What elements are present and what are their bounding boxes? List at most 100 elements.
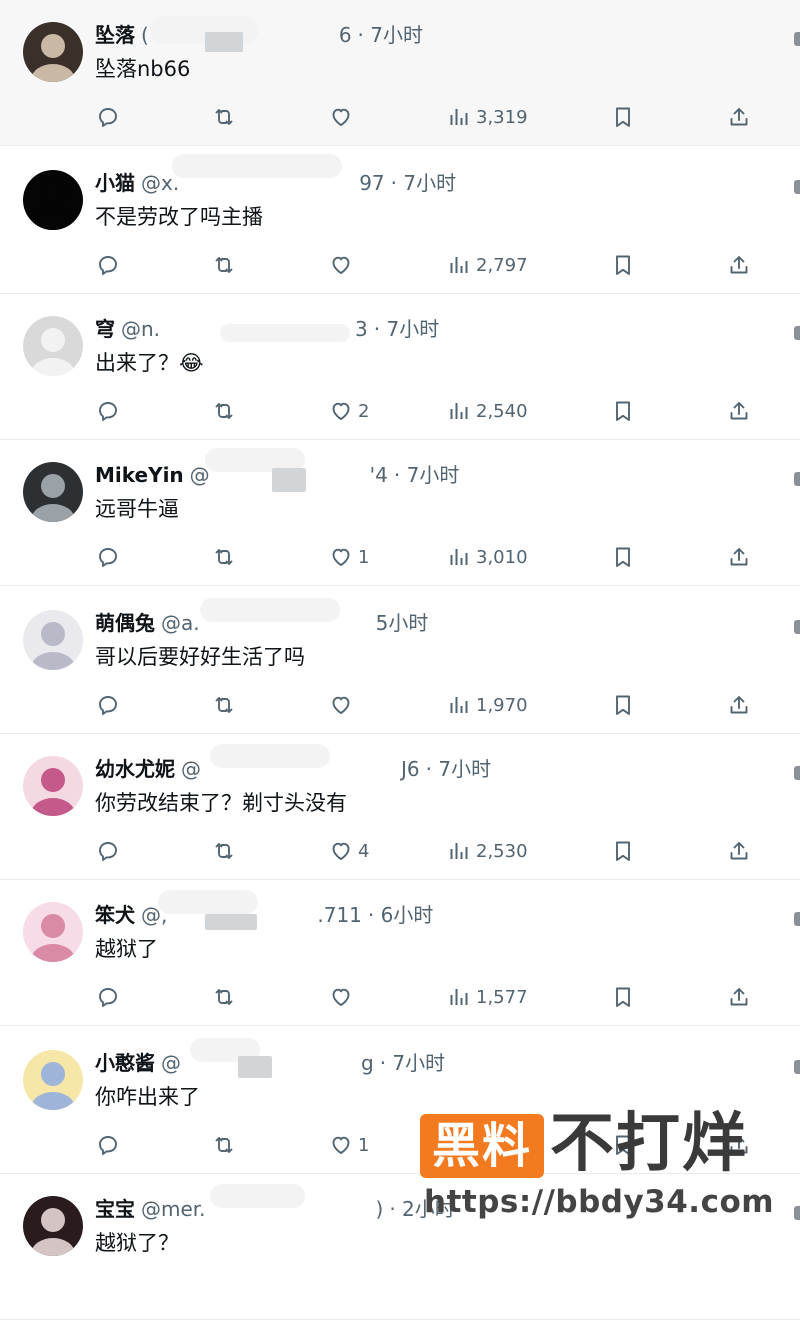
post-time[interactable]: · 7小时 — [380, 1051, 445, 1075]
display-name[interactable]: 坠落 — [95, 23, 135, 47]
share-button[interactable] — [727, 245, 751, 285]
reply-item: 萌偶兔 @a. 5小时 哥以后要好好生活了吗 1,970 — [0, 588, 800, 734]
reply-icon — [96, 105, 120, 129]
bookmark-button[interactable] — [611, 977, 635, 1017]
reply-button[interactable] — [96, 1125, 125, 1165]
like-button[interactable] — [329, 977, 358, 1017]
post-time[interactable]: · 7小时 — [426, 757, 491, 781]
reply-button[interactable] — [96, 977, 125, 1017]
heart-icon — [329, 1133, 353, 1157]
views-button[interactable]: 1,577 — [447, 977, 528, 1017]
retweet-button[interactable] — [212, 391, 241, 431]
views-button[interactable]: 2,797 — [447, 245, 528, 285]
avatar[interactable] — [23, 1050, 83, 1110]
bookmark-button[interactable] — [611, 537, 635, 577]
reply-button[interactable] — [96, 537, 125, 577]
like-button[interactable]: 1 — [329, 1125, 369, 1165]
avatar[interactable] — [23, 316, 83, 376]
post-time[interactable]: · 7小时 — [374, 317, 439, 341]
display-name[interactable]: 萌偶兔 — [95, 611, 155, 635]
post-time[interactable]: · 7小时 — [394, 463, 459, 487]
bookmark-button[interactable] — [611, 245, 635, 285]
more-options-icon[interactable] — [794, 1060, 800, 1074]
retweet-button[interactable] — [212, 977, 241, 1017]
more-options-icon[interactable] — [794, 766, 800, 780]
user-handle[interactable]: @mer. — [141, 1197, 206, 1221]
views-button[interactable]: 2,530 — [447, 831, 528, 871]
share-button[interactable] — [727, 685, 751, 725]
reply-button[interactable] — [96, 391, 125, 431]
display-name[interactable]: 笨犬 — [95, 903, 135, 927]
more-options-icon[interactable] — [794, 32, 800, 46]
reply-text: 越狱了 — [95, 937, 158, 961]
views-button[interactable]: 2,540 — [447, 391, 528, 431]
like-button[interactable]: 4 — [329, 831, 369, 871]
retweet-button[interactable] — [212, 1125, 241, 1165]
avatar[interactable] — [23, 170, 83, 230]
action-bar: 2 2,540 — [0, 391, 800, 431]
retweet-button[interactable] — [212, 685, 241, 725]
avatar[interactable] — [23, 902, 83, 962]
retweet-button[interactable] — [212, 245, 241, 285]
like-button[interactable] — [329, 685, 358, 725]
views-button[interactable]: 3,010 — [447, 537, 528, 577]
reply-text: 远哥牛逼 — [95, 497, 179, 521]
more-options-icon[interactable] — [794, 620, 800, 634]
share-button[interactable] — [727, 977, 751, 1017]
avatar[interactable] — [23, 22, 83, 82]
more-options-icon[interactable] — [794, 472, 800, 486]
reply-icon — [96, 545, 120, 569]
avatar[interactable] — [23, 610, 83, 670]
avatar[interactable] — [23, 1196, 83, 1256]
user-handle[interactable]: @a. — [161, 611, 200, 635]
bookmark-button[interactable] — [611, 685, 635, 725]
user-handle[interactable]: @ — [181, 757, 201, 781]
post-time[interactable]: · 7小时 — [391, 171, 456, 195]
like-button[interactable] — [329, 97, 358, 137]
display-name[interactable]: 穹 — [95, 317, 115, 341]
retweet-button[interactable] — [212, 537, 241, 577]
like-button[interactable]: 1 — [329, 537, 369, 577]
user-handle[interactable]: @ — [161, 1051, 181, 1075]
user-handle[interactable]: @x. — [141, 171, 179, 195]
post-time[interactable]: 5小时 — [376, 611, 429, 635]
user-handle[interactable]: ( — [141, 23, 149, 47]
share-button[interactable] — [727, 831, 751, 871]
post-time[interactable]: · 7小时 — [358, 23, 423, 47]
display-name[interactable]: 宝宝 — [95, 1197, 135, 1221]
more-options-icon[interactable] — [794, 912, 800, 926]
bookmark-button[interactable] — [611, 831, 635, 871]
views-button[interactable]: 1,970 — [447, 685, 528, 725]
views-count: 1,577 — [476, 986, 528, 1008]
redaction-mark — [172, 154, 342, 178]
retweet-button[interactable] — [212, 97, 241, 137]
like-button[interactable]: 2 — [329, 391, 369, 431]
reply-button[interactable] — [96, 97, 125, 137]
handle-tail: 97 — [359, 171, 385, 195]
bookmark-button[interactable] — [611, 97, 635, 137]
action-bar: 2,797 — [0, 245, 800, 285]
share-icon — [727, 693, 751, 717]
more-options-icon[interactable] — [794, 180, 800, 194]
avatar[interactable] — [23, 462, 83, 522]
views-button[interactable]: 3,319 — [447, 97, 528, 137]
post-time[interactable]: · 6小时 — [368, 903, 433, 927]
retweet-button[interactable] — [212, 831, 241, 871]
display-name[interactable]: 小猫 — [95, 171, 135, 195]
reply-button[interactable] — [96, 685, 125, 725]
display-name[interactable]: 幼水尤妮 — [95, 757, 175, 781]
views-chart-icon — [447, 985, 471, 1009]
share-button[interactable] — [727, 97, 751, 137]
bookmark-button[interactable] — [611, 391, 635, 431]
reply-button[interactable] — [96, 831, 125, 871]
more-options-icon[interactable] — [794, 326, 800, 340]
avatar[interactable] — [23, 756, 83, 816]
reply-button[interactable] — [96, 245, 125, 285]
retweet-icon — [212, 1133, 236, 1157]
user-handle[interactable]: @n. — [121, 317, 160, 341]
share-button[interactable] — [727, 391, 751, 431]
like-button[interactable] — [329, 245, 358, 285]
share-button[interactable] — [727, 537, 751, 577]
display-name[interactable]: MikeYin — [95, 463, 184, 487]
display-name[interactable]: 小憨酱 — [95, 1051, 155, 1075]
